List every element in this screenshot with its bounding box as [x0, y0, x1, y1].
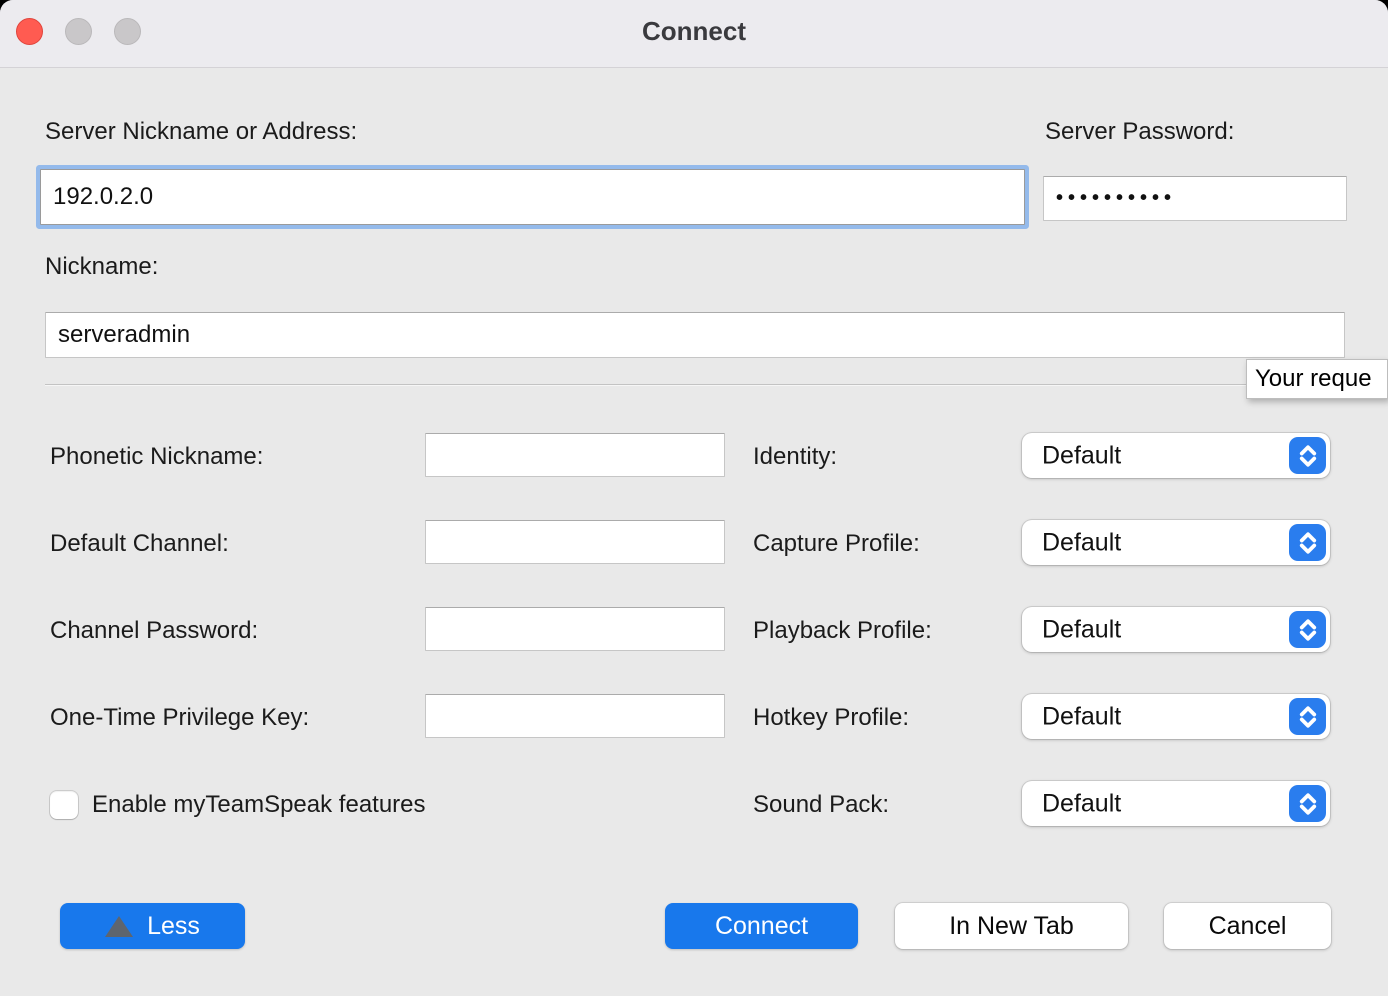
- cancel-button[interactable]: Cancel: [1164, 903, 1331, 949]
- connect-dialog: Connect Server Nickname or Address: Serv…: [0, 0, 1388, 996]
- default-channel-label: Default Channel:: [50, 530, 229, 558]
- sound-pack-label: Sound Pack:: [753, 791, 889, 819]
- capture-profile-dropdown-value: Default: [1042, 528, 1121, 557]
- less-button[interactable]: Less: [60, 903, 245, 949]
- hotkey-profile-label: Hotkey Profile:: [753, 704, 909, 732]
- channel-password-label: Channel Password:: [50, 617, 258, 645]
- in-new-tab-button[interactable]: In New Tab: [895, 903, 1128, 949]
- server-address-label: Server Nickname or Address:: [45, 118, 357, 146]
- default-channel-input[interactable]: [425, 520, 725, 564]
- chevron-up-down-icon: [1289, 611, 1326, 648]
- in-new-tab-button-label: In New Tab: [949, 912, 1074, 941]
- server-password-label: Server Password:: [1045, 118, 1234, 146]
- playback-profile-dropdown-value: Default: [1042, 615, 1121, 644]
- channel-password-input[interactable]: [425, 607, 725, 651]
- hotkey-profile-dropdown[interactable]: Default: [1022, 694, 1330, 739]
- one-time-privilege-key-label: One-Time Privilege Key:: [50, 704, 309, 732]
- titlebar[interactable]: Connect: [0, 0, 1388, 68]
- chevron-up-down-icon: [1289, 437, 1326, 474]
- connect-button-label: Connect: [715, 912, 808, 941]
- connect-button[interactable]: Connect: [665, 903, 858, 949]
- window-title: Connect: [0, 16, 1388, 47]
- identity-label: Identity:: [753, 443, 837, 471]
- sound-pack-dropdown-value: Default: [1042, 789, 1121, 818]
- less-button-label: Less: [147, 912, 200, 941]
- identity-dropdown[interactable]: Default: [1022, 433, 1330, 478]
- tooltip: Your reque: [1246, 359, 1388, 399]
- server-password-input[interactable]: [1043, 176, 1347, 221]
- playback-profile-label: Playback Profile:: [753, 617, 932, 645]
- server-address-input[interactable]: [40, 169, 1025, 225]
- triangle-up-icon: [105, 916, 133, 937]
- phonetic-nickname-input[interactable]: [425, 433, 725, 477]
- playback-profile-dropdown[interactable]: Default: [1022, 607, 1330, 652]
- nickname-label: Nickname:: [45, 253, 158, 281]
- enable-myteamspeak-label: Enable myTeamSpeak features: [92, 791, 426, 819]
- phonetic-nickname-label: Phonetic Nickname:: [50, 443, 263, 471]
- chevron-up-down-icon: [1289, 698, 1326, 735]
- capture-profile-dropdown[interactable]: Default: [1022, 520, 1330, 565]
- one-time-privilege-key-input[interactable]: [425, 694, 725, 738]
- capture-profile-label: Capture Profile:: [753, 530, 920, 558]
- enable-myteamspeak-checkbox[interactable]: [50, 791, 78, 819]
- nickname-input[interactable]: [45, 312, 1345, 358]
- hotkey-profile-dropdown-value: Default: [1042, 702, 1121, 731]
- cancel-button-label: Cancel: [1209, 912, 1287, 941]
- sound-pack-dropdown[interactable]: Default: [1022, 781, 1330, 826]
- section-separator: [45, 384, 1388, 386]
- chevron-up-down-icon: [1289, 524, 1326, 561]
- identity-dropdown-value: Default: [1042, 441, 1121, 470]
- chevron-up-down-icon: [1289, 785, 1326, 822]
